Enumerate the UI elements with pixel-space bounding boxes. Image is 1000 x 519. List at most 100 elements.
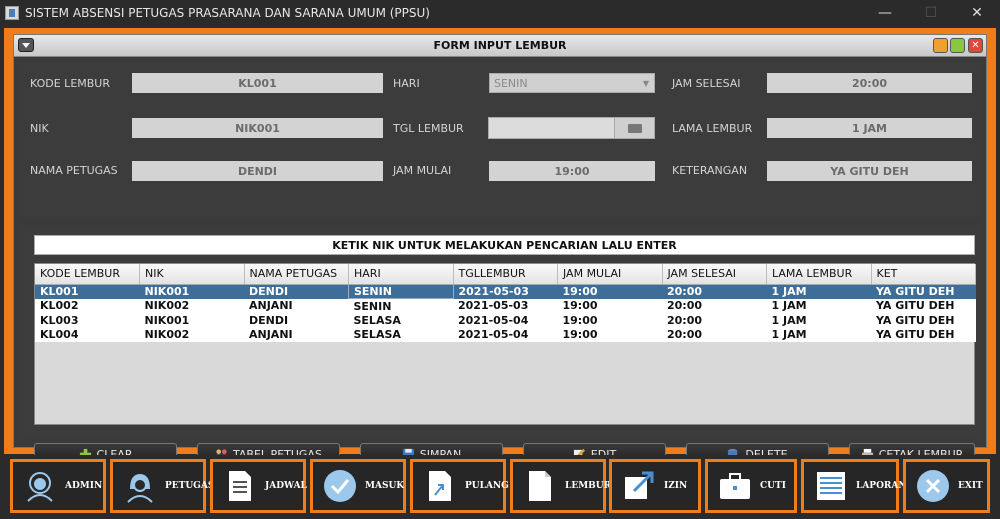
table-cell[interactable]: 2021-05-04 — [453, 313, 558, 328]
jam-mulai-field[interactable]: 19:00 — [489, 161, 655, 181]
table-cell[interactable]: 2021-05-03 — [453, 284, 558, 299]
table-panel: KETIK NIK UNTUK MELAKUKAN PENCARIAN LALU… — [20, 225, 980, 466]
column-header[interactable]: NAMA PETUGAS — [244, 264, 349, 285]
nav-jadwal-label: JADWAL — [265, 481, 307, 491]
nav-exit[interactable]: EXIT — [903, 459, 990, 513]
nik-label: NIK — [30, 122, 49, 135]
table-cell[interactable]: 19:00 — [557, 313, 662, 328]
exit-icon — [916, 469, 950, 503]
table-cell[interactable]: DENDI — [244, 313, 349, 328]
column-header[interactable]: TGLLEMBUR — [453, 264, 558, 285]
nav-cuti[interactable]: CUTI — [705, 459, 797, 513]
table-row[interactable]: KL004 NIK002 ANJANI SELASA 2021-05-04 19:00 20… — [35, 327, 976, 342]
table-row[interactable]: KL002 NIK002 ANJANI SENIN 2021-05-03 19:00 20:… — [35, 298, 976, 313]
frame-maximize-button[interactable] — [950, 38, 965, 53]
lembur-table[interactable]: KODE LEMBUR NIK NAMA PETUGAS HARI TGLLEMBUR J… — [34, 263, 976, 425]
close-button[interactable]: ✕ — [954, 0, 1000, 26]
maximize-button[interactable]: ☐ — [908, 0, 954, 26]
table-cell[interactable]: NIK002 — [139, 327, 244, 342]
search-input[interactable]: KETIK NIK UNTUK MELAKUKAN PENCARIAN LALU… — [34, 235, 975, 255]
table-cell[interactable]: 19:00 — [557, 284, 662, 299]
table-cell[interactable]: SELASA — [348, 313, 453, 328]
table-cell[interactable]: NIK002 — [139, 298, 244, 313]
jam-mulai-label: JAM MULAI — [393, 164, 452, 177]
nav-masuk[interactable]: MASUK — [310, 459, 406, 513]
keterangan-label: KETERANGAN — [672, 164, 748, 177]
table-cell[interactable]: KL001 — [35, 284, 140, 299]
table-cell[interactable]: 20:00 — [662, 284, 767, 299]
table-row[interactable]: KL001 NIK001 DENDI SENIN 2021-05-03 19:00 20:0… — [35, 283, 976, 299]
checkmark-circle-icon — [323, 469, 357, 503]
table-cell[interactable]: 2021-05-03 — [453, 298, 558, 313]
table-cell[interactable]: ANJANI — [244, 327, 349, 342]
table-cell[interactable]: SENIN — [348, 298, 453, 313]
external-link-icon — [622, 469, 656, 503]
table-cell[interactable]: 19:00 — [557, 327, 662, 342]
hari-select[interactable]: SENIN ▼ — [489, 73, 655, 93]
column-header[interactable]: KODE LEMBUR — [35, 264, 140, 285]
table-cell[interactable]: YA GITU DEH — [871, 284, 976, 299]
bottom-navigation: ADMIN PETUGAS JADWAL MASUK PULANG LEMBUR… — [0, 455, 1000, 519]
table-cell[interactable]: 20:00 — [662, 327, 767, 342]
table-cell[interactable]: 19:00 — [557, 298, 662, 313]
form-panel: KODE LEMBUR KL001 NIK NIK001 NAMA PETUGA… — [20, 63, 980, 217]
table-cell[interactable]: YA GITU DEH — [871, 313, 976, 328]
nama-petugas-field[interactable]: DENDI — [132, 161, 383, 181]
table-cell[interactable]: 20:00 — [662, 313, 767, 328]
nav-pulang[interactable]: PULANG — [410, 459, 509, 513]
table-cell[interactable]: 1 JAM — [766, 313, 871, 328]
table-cell[interactable]: DENDI — [244, 284, 349, 299]
nav-laporan[interactable]: LAPORAN — [801, 459, 907, 513]
column-header[interactable]: JAM MULAI — [557, 264, 663, 285]
table-cell[interactable]: YA GITU DEH — [871, 298, 976, 313]
table-cell[interactable]: SENIN — [348, 283, 454, 299]
table-row[interactable]: KL003 NIK001 DENDI SELASA 2021-05-04 19:00 20:… — [35, 313, 976, 328]
table-cell[interactable]: 1 JAM — [766, 284, 871, 299]
column-header[interactable]: JAM SELESAI — [662, 264, 767, 285]
table-cell[interactable]: 1 JAM — [766, 327, 871, 342]
frame-minimize-button[interactable] — [933, 38, 948, 53]
petugas-icon — [123, 469, 157, 503]
nav-admin[interactable]: ADMIN — [10, 459, 106, 513]
table-cell[interactable]: 1 JAM — [766, 298, 871, 313]
table-cell[interactable]: SELASA — [348, 327, 453, 342]
table-cell[interactable]: YA GITU DEH — [871, 327, 976, 342]
calendar-button[interactable] — [614, 118, 654, 138]
pulang-document-icon — [423, 469, 457, 503]
nama-petugas-label: NAMA PETUGAS — [30, 164, 118, 177]
tgl-lembur-datepicker[interactable] — [488, 117, 655, 139]
nav-petugas[interactable]: PETUGAS — [110, 459, 214, 513]
table-cell[interactable]: 2021-05-04 — [453, 327, 558, 342]
admin-icon — [23, 469, 57, 503]
table-cell[interactable]: ANJANI — [244, 298, 349, 313]
keterangan-field[interactable]: YA GITU DEH — [767, 161, 972, 181]
kode-lembur-field[interactable]: KL001 — [132, 73, 383, 93]
briefcase-icon — [718, 469, 752, 503]
table-cell[interactable]: 20:00 — [662, 298, 767, 313]
nav-lembur[interactable]: LEMBUR — [510, 459, 611, 513]
jam-selesai-field[interactable]: 20:00 — [767, 73, 972, 93]
table-cell[interactable]: NIK001 — [139, 284, 244, 299]
frame-menu-button[interactable] — [18, 38, 34, 52]
chevron-down-icon[interactable]: ▼ — [638, 74, 654, 92]
calendar-icon — [627, 123, 642, 133]
nav-admin-label: ADMIN — [65, 481, 103, 491]
column-header[interactable]: KET — [871, 264, 976, 285]
nav-jadwal[interactable]: JADWAL — [210, 459, 307, 513]
nav-exit-label: EXIT — [958, 481, 983, 491]
column-header[interactable]: HARI — [348, 264, 454, 285]
table-cell[interactable]: KL002 — [35, 298, 140, 313]
frame-close-button[interactable]: ✕ — [968, 38, 983, 53]
table-cell[interactable]: NIK001 — [139, 313, 244, 328]
nav-lembur-label: LEMBUR — [565, 481, 612, 491]
lama-lembur-field[interactable]: 1 JAM — [767, 118, 972, 138]
nav-izin[interactable]: IZIN — [609, 459, 701, 513]
minimize-button[interactable]: — — [862, 0, 908, 26]
column-header[interactable]: LAMA LEMBUR — [766, 264, 872, 285]
nik-field[interactable]: NIK001 — [132, 118, 383, 138]
lembur-document-icon — [523, 469, 557, 503]
form-title: FORM INPUT LEMBUR — [433, 39, 567, 52]
table-cell[interactable]: KL003 — [35, 313, 140, 328]
table-cell[interactable]: KL004 — [35, 327, 140, 342]
column-header[interactable]: NIK — [139, 264, 245, 285]
